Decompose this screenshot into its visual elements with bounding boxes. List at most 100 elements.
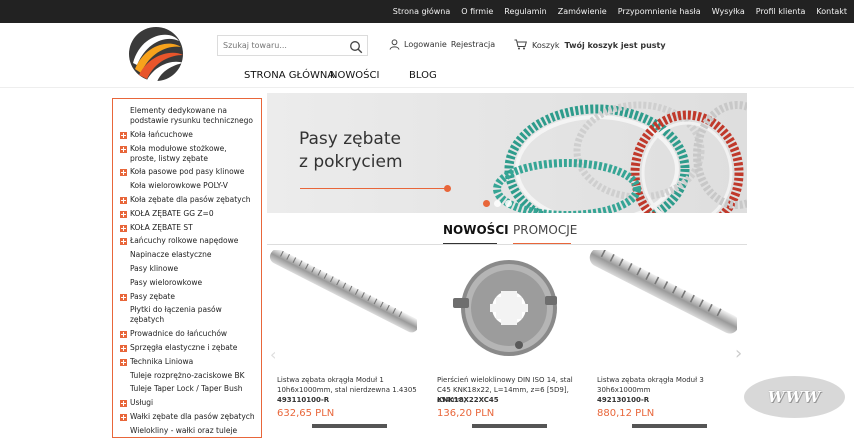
sidebar-item-label: Technika Liniowa — [130, 356, 194, 366]
cart-icon — [514, 39, 527, 52]
plus-icon[interactable] — [120, 331, 127, 339]
add-to-cart-button[interactable] — [632, 424, 707, 428]
plus-icon[interactable] — [120, 196, 127, 204]
sidebar-item-chain-sprockets[interactable]: Koła łańcuchowe — [113, 130, 261, 140]
slider-dot[interactable] — [494, 200, 501, 207]
plus-icon[interactable] — [120, 131, 127, 139]
main-nav-home[interactable]: STRONA GŁÓWNA — [244, 70, 334, 81]
sidebar-item-services[interactable]: Usługi — [113, 398, 261, 408]
sidebar-item-label: Wałki zębate dla pasów zębatych — [130, 411, 255, 421]
add-to-cart-button[interactable] — [312, 424, 387, 428]
search-box — [217, 35, 368, 56]
top-nav-customer-profile[interactable]: Profil klienta — [756, 7, 806, 16]
slider-dot[interactable] — [483, 200, 490, 207]
sidebar-item-label: Prowadnice do łańcuchów — [130, 329, 228, 339]
sidebar-item-label: Koła wielorowkowe POLY-V — [130, 181, 228, 191]
main-nav-news[interactable]: NOWOŚCI — [330, 70, 379, 81]
banner-heading: Pasy zębate z pokryciem — [299, 128, 403, 174]
plus-icon[interactable] — [120, 400, 127, 408]
sidebar-item-poly-v-belts[interactable]: Pasy wielorowkowe — [113, 278, 261, 288]
sidebar-item-gg-gears[interactable]: KOŁA ZĘBATE GG Z=0 — [113, 209, 261, 219]
sidebar-item-label: KOŁA ZĘBATE GG Z=0 — [130, 208, 214, 218]
cart-label: Koszyk — [532, 41, 560, 50]
sidebar-item-module-gears[interactable]: Koła modułowe stożkowe, proste, listwy z… — [113, 144, 261, 164]
sidebar-item-poly-v-pulleys[interactable]: Koła wielorowkowe POLY-V — [113, 181, 261, 191]
cart[interactable]: Koszyk Twój koszyk jest pusty — [514, 39, 666, 52]
top-nav-shipping[interactable]: Wysyłka — [712, 7, 745, 16]
search-icon[interactable] — [349, 39, 363, 54]
product-price: 880,12 PLN — [597, 408, 655, 419]
sidebar-item-v-belt-pulleys[interactable]: Koła pasowe pod pasy klinowe — [113, 167, 261, 177]
sidebar-item-chain-guides[interactable]: Prowadnice do łańcuchów — [113, 329, 261, 339]
sidebar-item-label: Pasy wielorowkowe — [130, 277, 203, 287]
main-nav-blog[interactable]: BLOG — [409, 70, 437, 81]
product-code: 493110100-R — [277, 396, 330, 404]
sidebar-item-label: Tuleje Taper Lock / Taper Bush — [130, 384, 243, 394]
banner-heading-line2: z pokryciem — [299, 152, 403, 172]
sidebar-item-couplings[interactable]: Sprzęgła elastyczne i zębate — [113, 343, 261, 353]
sidebar-item-label: Tuleje rozprężno-zaciskowe BK — [130, 370, 245, 380]
sidebar-item-roller-chains[interactable]: Łańcuchy rolkowe napędowe — [113, 236, 261, 246]
sidebar-item-st-gears[interactable]: KOŁA ZĘBATE ST — [113, 223, 261, 233]
top-nav-about[interactable]: O firmie — [461, 7, 493, 16]
sidebar-item-label: Usługi — [130, 398, 154, 408]
sidebar-item-label: Pasy klinowe — [130, 263, 179, 273]
account-links: Logowanie Rejestracja — [389, 39, 495, 50]
sidebar-item-label: Płytki do łączenia pasów zębatych — [130, 305, 222, 325]
sidebar-item-label: Koła pasowe pod pasy klinowe — [130, 167, 245, 177]
plus-icon[interactable] — [120, 210, 127, 218]
search-input[interactable] — [218, 36, 346, 55]
plus-icon[interactable] — [120, 145, 127, 153]
sidebar-item-belt-joining-plates[interactable]: Płytki do łączenia pasów zębatych — [113, 305, 261, 325]
register-link[interactable]: Rejestracja — [451, 40, 495, 49]
product-price: 136,20 PLN — [437, 408, 495, 419]
plus-icon[interactable] — [120, 224, 127, 232]
tab-news-label: NOWOŚCI — [443, 223, 509, 237]
sidebar-item-label: Łańcuchy rolkowe napędowe — [130, 236, 239, 246]
tab-news[interactable]: NOWOŚCI — [443, 223, 509, 245]
logo[interactable] — [127, 25, 185, 83]
sidebar-item-dedicated-elements[interactable]: Elementy dedykowane na podstawie rysunku… — [113, 106, 261, 126]
product-image[interactable] — [427, 250, 577, 370]
www-badge[interactable]: WWW — [744, 376, 845, 418]
top-nav: Strona główna O firmie Regulamin Zamówie… — [393, 0, 847, 23]
sidebar-item-timing-belts[interactable]: Pasy zębate — [113, 292, 261, 302]
sidebar-item-label: Elementy dedykowane na podstawie rysunku… — [130, 106, 254, 125]
sidebar-item-v-belts[interactable]: Pasy klinowe — [113, 264, 261, 274]
product-image[interactable] — [587, 250, 737, 370]
sidebar-item-label: Sprzęgła elastyczne i zębate — [130, 342, 238, 352]
add-to-cart-button[interactable] — [472, 424, 547, 428]
product-image[interactable] — [267, 250, 417, 370]
top-nav-contact[interactable]: Kontakt — [816, 7, 847, 16]
top-nav-terms[interactable]: Regulamin — [504, 7, 546, 16]
plus-icon[interactable] — [120, 169, 127, 177]
hero-banner[interactable]: Pasy zębate z pokryciem — [267, 93, 747, 213]
tab-promotions-label: PROMOCJE — [513, 223, 578, 237]
sidebar-item-linear-technology[interactable]: Technika Liniowa — [113, 357, 261, 367]
sidebar-item-tensioners[interactable]: Napinacze elastyczne — [113, 250, 261, 260]
tabs-rule — [267, 244, 747, 245]
banner-accent-dot — [444, 185, 451, 192]
sidebar-item-taper-bushings[interactable]: Tuleje Taper Lock / Taper Bush — [113, 384, 261, 394]
plus-icon[interactable] — [120, 413, 127, 421]
sidebar-item-timing-shafts[interactable]: Wałki zębate dla pasów zębatych — [113, 412, 261, 422]
slider-dot[interactable] — [505, 200, 512, 207]
sidebar-item-timing-pulleys[interactable]: Koła zębate dla pasów zębatych — [113, 195, 261, 205]
top-nav-order[interactable]: Zamówienie — [558, 7, 607, 16]
product-name[interactable]: Listwa zębata okrągła Moduł 3 30h6x1000m… — [597, 375, 737, 395]
user-icon — [389, 39, 400, 50]
plus-icon[interactable] — [120, 358, 127, 366]
chevron-right-icon[interactable]: › — [735, 343, 742, 364]
sidebar-item-label: Koła zębate dla pasów zębatych — [130, 194, 251, 204]
plus-icon[interactable] — [120, 293, 127, 301]
top-nav-home[interactable]: Strona główna — [393, 7, 451, 16]
sidebar-item-bk-bushings[interactable]: Tuleje rozprężno-zaciskowe BK — [113, 371, 261, 381]
top-nav-password-reminder[interactable]: Przypomnienie hasła — [618, 7, 701, 16]
plus-icon[interactable] — [120, 238, 127, 246]
sidebar-item-label: KOŁA ZĘBATE ST — [130, 222, 193, 232]
sidebar-item-splines[interactable]: Wielokliny - wałki oraz tuleje — [113, 426, 261, 436]
tab-promotions[interactable]: PROMOCJE — [513, 223, 578, 245]
plus-icon[interactable] — [120, 344, 127, 352]
product-name[interactable]: Listwa zębata okrągła Moduł 1 10h6x1000m… — [277, 375, 417, 395]
login-link[interactable]: Logowanie — [404, 40, 447, 49]
